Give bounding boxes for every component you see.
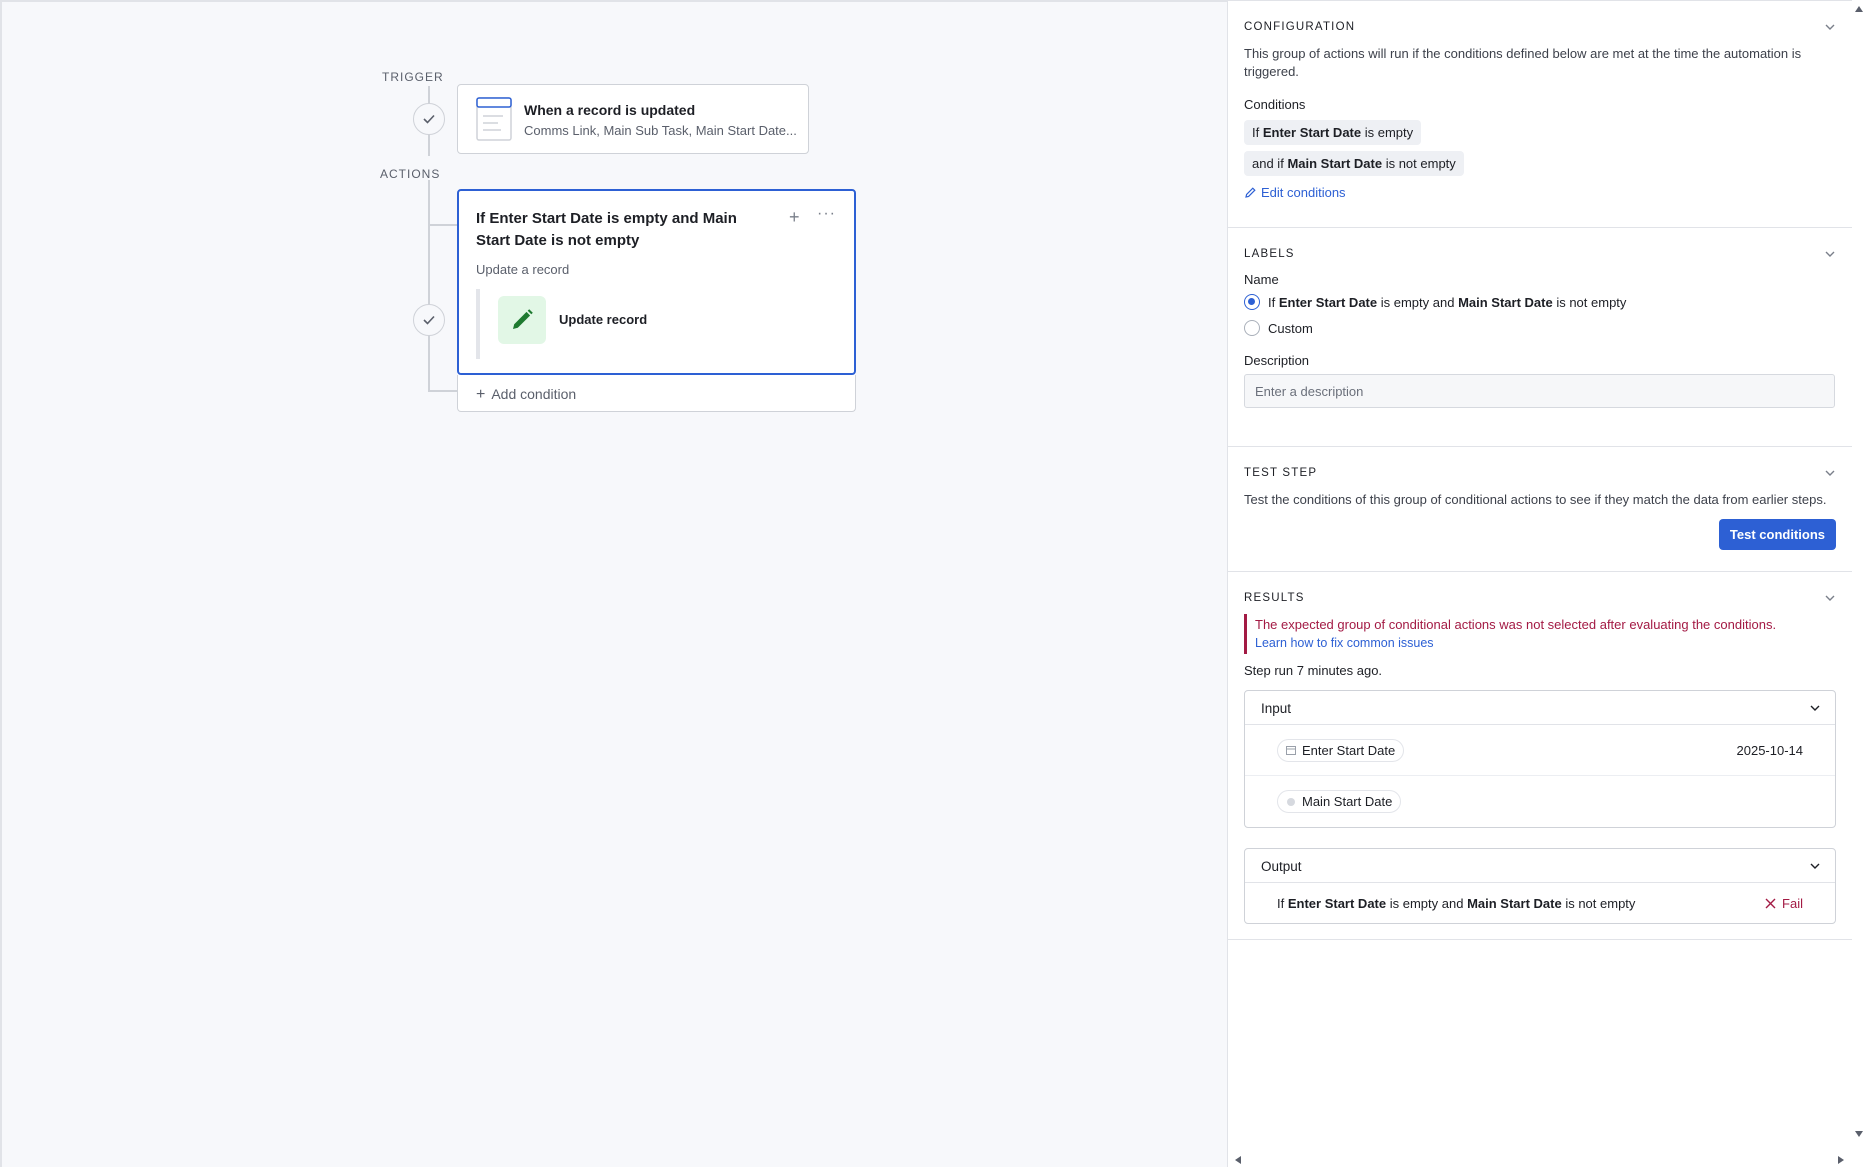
conditions-label: Conditions (1244, 97, 1306, 112)
input-row: Enter Start Date 2025-10-14 (1245, 725, 1835, 776)
input-box: Input Enter Start Date 2025-10-14 Main S… (1244, 690, 1836, 828)
trigger-title: When a record is updated (524, 102, 696, 118)
more-options-icon[interactable]: ··· (817, 205, 836, 223)
chevron-down-icon[interactable] (1824, 21, 1836, 33)
add-action-plus-icon[interactable]: + (789, 207, 800, 228)
condition-chip: If Enter Start Date is empty (1244, 120, 1422, 145)
scroll-down-icon[interactable] (1852, 1127, 1866, 1141)
test-step-title: TEST STEP (1244, 467, 1318, 479)
error-message: The expected group of conditional action… (1255, 617, 1777, 632)
chevron-down-icon[interactable] (1824, 248, 1836, 260)
pencil-icon (1245, 187, 1256, 198)
actions-section-label: ACTIONS (380, 167, 441, 181)
results-section: RESULTS The expected group of conditiona… (1228, 572, 1852, 940)
input-header[interactable]: Input (1245, 691, 1835, 725)
labels-section: LABELS Name If Enter Start Date is empty… (1228, 228, 1852, 447)
trigger-subtitle: Comms Link, Main Sub Task, Main Start Da… (524, 123, 797, 138)
trigger-section-label: TRIGGER (382, 70, 444, 84)
condition-list-2: and if Main Start Date is not empty (1244, 151, 1836, 176)
horizontal-scrollbar[interactable] (1227, 1153, 1852, 1167)
automation-canvas: TRIGGER ACTIONS When a record is updated… (0, 0, 1227, 1167)
test-step-description: Test the conditions of this group of con… (1244, 492, 1827, 507)
fail-status: Fail (1765, 896, 1803, 911)
configuration-section: CONFIGURATION This group of actions will… (1228, 1, 1852, 228)
input-value: 2025-10-14 (1736, 742, 1804, 758)
trigger-status-check-icon (413, 103, 445, 135)
chevron-down-icon[interactable] (1809, 702, 1821, 714)
name-label: Name (1244, 272, 1279, 287)
radio-unselected-icon[interactable] (1244, 320, 1260, 336)
vertical-scrollbar[interactable] (1852, 0, 1866, 1167)
add-condition-button[interactable]: + Add condition (457, 375, 856, 412)
scroll-up-icon[interactable] (1852, 2, 1866, 16)
update-record-label: Update record (559, 312, 648, 327)
error-banner: The expected group of conditional action… (1244, 614, 1836, 654)
lookup-icon (1287, 797, 1295, 806)
action-title: If Enter Start Date is empty and Main St… (476, 210, 737, 249)
chevron-down-icon[interactable] (1824, 592, 1836, 604)
name-option-custom[interactable]: Custom (1244, 317, 1836, 339)
name-option-auto[interactable]: If Enter Start Date is empty and Main St… (1244, 291, 1836, 313)
test-conditions-button[interactable]: Test conditions (1718, 519, 1836, 550)
pencil-icon (498, 296, 546, 344)
input-row: Main Start Date (1245, 776, 1835, 827)
plus-icon: + (476, 386, 486, 403)
update-record-step[interactable]: Update record (476, 289, 836, 359)
output-header[interactable]: Output (1245, 849, 1835, 883)
add-condition-label: Add condition (491, 386, 577, 402)
chevron-down-icon[interactable] (1824, 467, 1836, 479)
output-row: If Enter Start Date is empty and Main St… (1277, 895, 1803, 911)
record-updated-icon (476, 97, 512, 141)
description-input[interactable] (1244, 374, 1835, 408)
action-status-check-icon (413, 304, 445, 336)
test-step-section: TEST STEP Test the conditions of this gr… (1228, 447, 1852, 572)
radio-selected-icon[interactable] (1244, 294, 1260, 310)
learn-more-link[interactable]: Learn how to fix common issues (1255, 634, 1836, 652)
chevron-down-icon[interactable] (1809, 860, 1821, 872)
output-box: Output If Enter Start Date is empty and … (1244, 848, 1836, 924)
actions-rail-end (428, 390, 458, 392)
scroll-left-icon[interactable] (1231, 1153, 1245, 1167)
description-label: Description (1244, 353, 1310, 368)
configuration-description: This group of actions will run if the co… (1244, 46, 1802, 79)
configuration-title: CONFIGURATION (1244, 21, 1356, 33)
condition-list: If Enter Start Date is empty (1244, 120, 1836, 145)
results-title: RESULTS (1244, 592, 1305, 604)
calendar-icon (1286, 746, 1296, 755)
run-info: Step run 7 minutes ago. (1244, 663, 1383, 678)
actions-rail-branch (428, 224, 458, 226)
step-config-panel: CONFIGURATION This group of actions will… (1227, 0, 1852, 1167)
actions-rail (428, 180, 430, 392)
field-pill: Main Start Date (1277, 790, 1402, 813)
field-pill: Enter Start Date (1277, 738, 1405, 762)
edit-conditions-link[interactable]: Edit conditions (1244, 185, 1346, 200)
condition-chip: and if Main Start Date is not empty (1244, 151, 1464, 176)
action-subtitle: Update a record (476, 262, 570, 277)
trigger-card[interactable]: When a record is updated Comms Link, Mai… (457, 84, 809, 154)
close-icon (1765, 898, 1776, 908)
labels-title: LABELS (1244, 248, 1295, 260)
conditional-action-card[interactable]: If Enter Start Date is empty and Main St… (457, 189, 856, 375)
scroll-right-icon[interactable] (1834, 1153, 1848, 1167)
